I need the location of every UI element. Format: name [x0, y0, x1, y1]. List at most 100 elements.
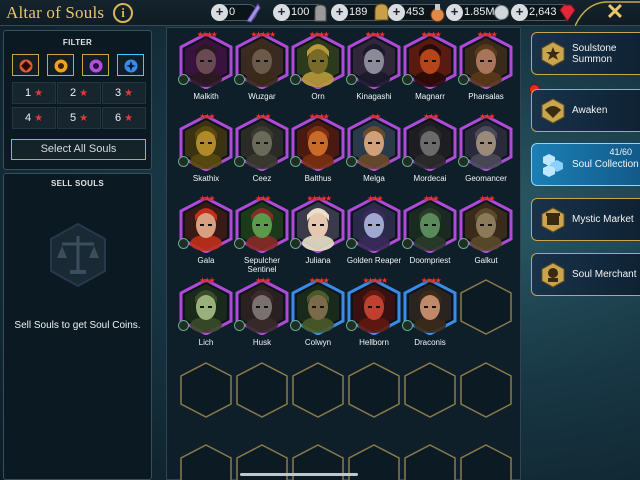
add-silver-button[interactable]: +: [446, 4, 463, 21]
soul-card[interactable]: ★★★★ Balthus: [290, 112, 345, 199]
soul-card[interactable]: ★★★★★ Hellborn: [346, 276, 401, 363]
resource-silver[interactable]: + 1.85M: [446, 4, 509, 21]
resource-shards[interactable]: + 0: [211, 2, 261, 23]
rank-stars: ★★★: [254, 276, 272, 285]
menu-mystic-market[interactable]: Mystic Market: [531, 198, 640, 241]
silver-icon: [494, 5, 509, 20]
rank-stars: ★★★: [422, 194, 440, 203]
faction-icon: [346, 320, 357, 331]
rank-stars: ★★★★: [308, 30, 330, 39]
soul-name: Galkut: [474, 256, 498, 265]
soul-card[interactable]: ★★★★ Colwyn: [290, 276, 345, 363]
empty-soul-slot: [180, 444, 232, 480]
potion-icon: [430, 4, 445, 22]
resource-auto-battle[interactable]: + 100: [273, 4, 327, 22]
add-gems-button[interactable]: +: [511, 4, 528, 21]
select-all-souls-button[interactable]: Select All Souls: [11, 139, 146, 160]
add-ascension-button[interactable]: +: [331, 4, 348, 21]
soul-card[interactable]: ★★★★ Magnarr: [402, 30, 457, 117]
filter-heading: FILTER: [62, 38, 93, 47]
affinity-void-filter[interactable]: [117, 54, 144, 76]
gauntlet-icon: [314, 4, 327, 22]
empty-soul-slot: [404, 444, 456, 480]
empty-soul-slot: [404, 362, 456, 418]
star-icon: ★: [34, 88, 44, 99]
affinity-spirit-filter[interactable]: [82, 54, 109, 76]
soul-card[interactable]: ★★★ Lich: [178, 276, 233, 363]
rank-stars: ★★★★: [308, 112, 330, 121]
add-shards-button[interactable]: +: [211, 4, 228, 21]
menu-awaken[interactable]: Awaken: [531, 89, 640, 132]
add-energy-button[interactable]: +: [388, 4, 405, 21]
faction-icon: [402, 74, 413, 85]
rank-filter-6[interactable]: 6 ★: [102, 107, 146, 129]
rank-filter-3[interactable]: 3 ★: [102, 82, 146, 104]
star-icon: ★: [34, 113, 44, 124]
soul-name: Pharsalas: [468, 92, 504, 101]
menu-soul-collection[interactable]: 41/60 Soul Collection: [531, 143, 640, 186]
soul-name: Geomancer: [465, 174, 507, 183]
soul-card[interactable]: ★★★ Skathix: [178, 112, 233, 199]
rank-stars: ★★★: [198, 276, 216, 285]
soul-collection-icon: [543, 154, 563, 177]
awaken-icon: [541, 98, 565, 124]
faction-icon: [402, 320, 413, 331]
menu-soulstone-summon[interactable]: Soulstone Summon: [531, 32, 640, 75]
soul-card[interactable]: ★★★ Mordecai: [402, 112, 457, 199]
star-icon: ★: [79, 88, 89, 99]
rank-stars: ★★★★: [364, 30, 386, 39]
shard-icon: [246, 2, 261, 23]
market-icon: [541, 207, 565, 233]
rank-filter-4[interactable]: 4 ★: [12, 107, 56, 129]
soul-card[interactable]: ★★★ Geomancer: [458, 112, 513, 199]
rank-stars: ★★★: [478, 112, 496, 121]
rank-stars: ★★★★★: [306, 194, 332, 203]
soul-card[interactable]: ★★★ Husk: [234, 276, 289, 363]
close-icon[interactable]: ✕: [604, 1, 626, 23]
rank-filter-5[interactable]: 5 ★: [57, 107, 101, 129]
soul-card[interactable]: ★★★★ Pharsalas: [458, 30, 513, 117]
empty-soul-slot: [460, 444, 512, 480]
soul-card[interactable]: ★★★ Sepulcher Sentinel: [234, 194, 289, 281]
faction-icon: [346, 238, 357, 249]
rank-filter-1[interactable]: 1 ★: [12, 82, 56, 104]
resource-energy[interactable]: + 453: [388, 4, 445, 22]
affinity-force-filter[interactable]: [12, 54, 39, 76]
soul-card[interactable]: ★★★★ Kinagashi: [346, 30, 401, 117]
rank-stars: ★★★★: [196, 30, 218, 39]
soul-card[interactable]: ★★★ Galkut: [458, 194, 513, 281]
faction-icon: [178, 320, 189, 331]
scroll-indicator[interactable]: [240, 473, 358, 476]
rank-stars: ★★★: [478, 194, 496, 203]
rank-filter-2[interactable]: 2 ★: [57, 82, 101, 104]
menu-soul-merchant[interactable]: Soul Merchant: [531, 253, 640, 296]
resource-value: 453: [406, 6, 425, 18]
rank-stars: ★★★: [254, 112, 272, 121]
soul-card[interactable]: ★★★★ Malkith: [178, 30, 233, 117]
resource-gems[interactable]: + 2,643: [511, 4, 576, 22]
sell-souls-panel[interactable]: SELL SOULS Sell Souls to get Soul Coins.: [3, 173, 152, 480]
info-icon[interactable]: i: [113, 3, 133, 23]
affinity-magic-filter[interactable]: [47, 54, 74, 76]
menu-label: Mystic Market: [572, 214, 634, 225]
soul-card[interactable]: ★★★★★ Wuzgar: [234, 30, 289, 117]
resource-value: 189: [349, 6, 368, 18]
soul-card[interactable]: ★★★ Gala: [178, 194, 233, 281]
soul-card[interactable]: ★★ Melga: [346, 112, 401, 199]
soul-card[interactable]: ★★★★ Draconis: [402, 276, 457, 363]
rank-stars: ★★★: [254, 194, 272, 203]
soul-card[interactable]: ★★★ Doompriest: [402, 194, 457, 281]
soul-card[interactable]: ★★★ Ceez: [234, 112, 289, 199]
soulstone-icon: [541, 41, 565, 67]
soul-card[interactable]: ★★★★★ Juliana: [290, 194, 345, 281]
faction-icon: [234, 320, 245, 331]
soul-card[interactable]: ★★★ Golden Reaper: [346, 194, 401, 281]
faction-icon: [290, 74, 301, 85]
resource-ascension[interactable]: + 189: [331, 3, 389, 21]
faction-icon: [178, 156, 189, 167]
faction-icon: [234, 74, 245, 85]
rank-stars: ★★★★: [476, 30, 498, 39]
soul-card[interactable]: ★★★★ Orn: [290, 30, 345, 117]
faction-icon: [290, 156, 301, 167]
add-auto-battle-button[interactable]: +: [273, 4, 290, 21]
